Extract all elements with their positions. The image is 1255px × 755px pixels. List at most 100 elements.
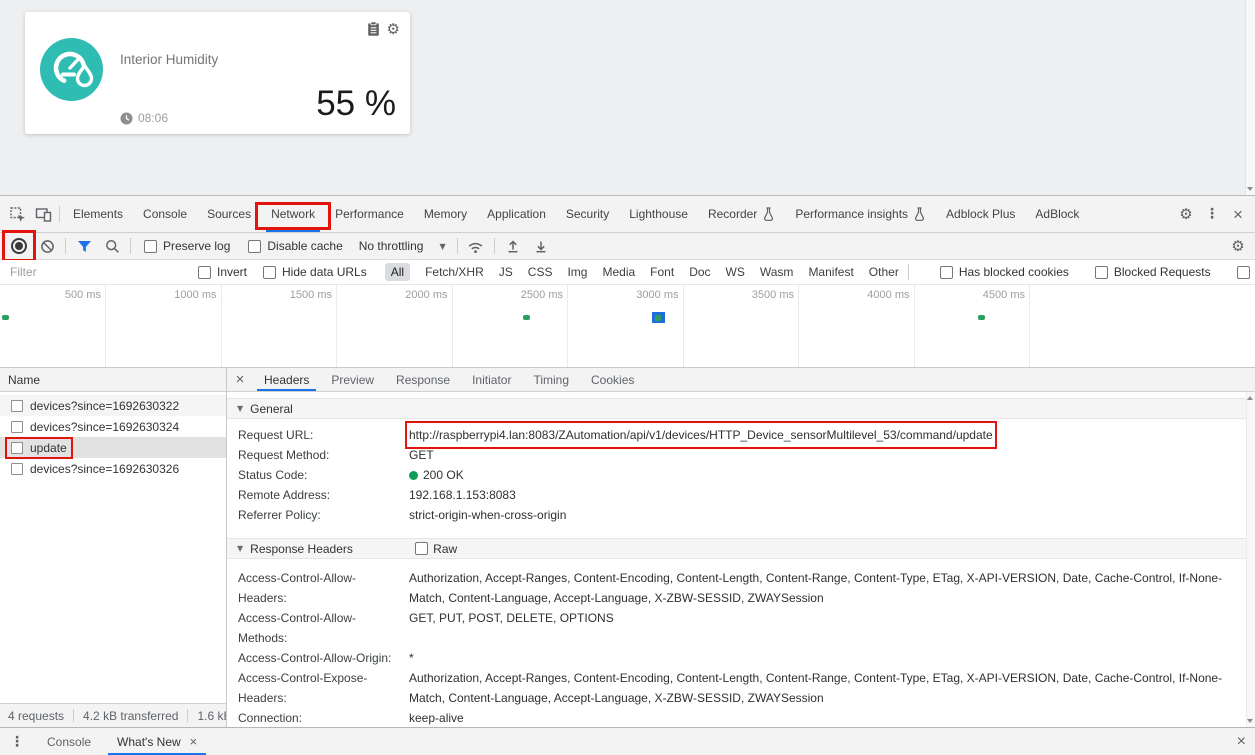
type-filter-doc[interactable]: Doc bbox=[689, 265, 710, 279]
header-value-text: Authorization, Accept-Ranges, Content-En… bbox=[409, 671, 1222, 705]
network-conditions-wifi-icon[interactable] bbox=[463, 234, 489, 258]
tab-sources[interactable]: Sources bbox=[197, 196, 261, 232]
filter-input[interactable] bbox=[8, 264, 162, 280]
network-main: Name devices?since=1692630322 devices?sin… bbox=[0, 368, 1255, 727]
close-details-icon[interactable]: × bbox=[227, 371, 253, 388]
type-filter-fetch-xhr[interactable]: Fetch/XHR bbox=[425, 265, 484, 279]
has-blocked-cookies-checkbox[interactable]: Has blocked cookies bbox=[932, 265, 1077, 279]
tab-security[interactable]: Security bbox=[556, 196, 619, 232]
invert-checkbox[interactable]: Invert bbox=[190, 265, 255, 279]
type-filter-img[interactable]: Img bbox=[567, 265, 587, 279]
export-har-icon[interactable] bbox=[528, 234, 554, 258]
type-filter-css[interactable]: CSS bbox=[528, 265, 553, 279]
detail-tab-label: Timing bbox=[533, 373, 569, 387]
request-list-panel: Name devices?since=1692630322 devices?sin… bbox=[0, 368, 227, 727]
hide-data-urls-checkbox[interactable]: Hide data URLs bbox=[255, 265, 375, 279]
devtools-close-icon[interactable]: × bbox=[1225, 202, 1251, 226]
page-scrollbar[interactable] bbox=[1245, 0, 1255, 195]
selected-request-marker[interactable] bbox=[652, 312, 665, 323]
summary-divider bbox=[187, 709, 188, 722]
header-value: * bbox=[409, 648, 1255, 668]
inspect-element-icon[interactable] bbox=[4, 202, 30, 226]
close-drawer-icon[interactable]: × bbox=[1228, 733, 1255, 751]
network-settings-gear-icon[interactable]: ⚙ bbox=[1225, 234, 1251, 258]
record-network-log-button[interactable] bbox=[6, 234, 32, 258]
checkbox-label: Blocked Requests bbox=[1114, 265, 1211, 279]
humidity-gauge-icon bbox=[40, 38, 103, 101]
tab-recorder[interactable]: Recorder bbox=[698, 196, 785, 232]
response-headers-section-header[interactable]: ▼ Response Headers Raw bbox=[227, 538, 1255, 559]
devtools-settings-gear-icon[interactable]: ⚙ bbox=[1173, 202, 1199, 226]
events-icon[interactable] bbox=[366, 21, 381, 37]
type-filter-other[interactable]: Other bbox=[869, 265, 899, 279]
devtools-menu-kebab-icon[interactable]: ⋮ bbox=[1199, 202, 1225, 226]
timeline-tick-label: 1000 ms bbox=[147, 289, 217, 301]
tab-console[interactable]: Console bbox=[133, 196, 197, 232]
tab-elements[interactable]: Elements bbox=[63, 196, 133, 232]
raw-headers-checkbox[interactable]: Raw bbox=[415, 542, 457, 556]
tab-label: Security bbox=[566, 207, 609, 221]
type-filter-js[interactable]: JS bbox=[499, 265, 513, 279]
detail-tab-response[interactable]: Response bbox=[385, 368, 461, 391]
request-marker[interactable] bbox=[978, 315, 985, 320]
name-column-header[interactable]: Name bbox=[0, 368, 226, 392]
request-row[interactable]: update bbox=[0, 437, 226, 458]
blocked-requests-checkbox[interactable]: Blocked Requests bbox=[1087, 265, 1219, 279]
tab-performance[interactable]: Performance bbox=[325, 196, 414, 232]
clear-network-log-icon[interactable] bbox=[34, 234, 60, 258]
close-tab-icon[interactable]: × bbox=[190, 734, 198, 749]
drawer-tab-console[interactable]: Console bbox=[34, 728, 104, 755]
detail-tab-cookies[interactable]: Cookies bbox=[580, 368, 645, 391]
detail-tab-headers[interactable]: Headers bbox=[253, 368, 320, 391]
detail-tab-initiator[interactable]: Initiator bbox=[461, 368, 522, 391]
widget-value: 55 % bbox=[316, 84, 396, 124]
tab-network[interactable]: Network bbox=[261, 196, 325, 232]
details-scrollbar[interactable] bbox=[1246, 392, 1255, 727]
tab-application[interactable]: Application bbox=[477, 196, 556, 232]
disable-cache-checkbox[interactable]: Disable cache bbox=[240, 239, 350, 253]
network-overview-timeline[interactable]: 500 ms1000 ms1500 ms2000 ms2500 ms3000 m… bbox=[0, 285, 1255, 368]
devtools-drawer: ⋮ ConsoleWhat's New× × bbox=[0, 727, 1255, 755]
type-filter-all[interactable]: All bbox=[385, 263, 410, 281]
type-filter-manifest[interactable]: Manifest bbox=[808, 265, 853, 279]
tab-adblock[interactable]: AdBlock bbox=[1025, 196, 1089, 232]
drawer-tab-what-s-new[interactable]: What's New× bbox=[104, 728, 210, 755]
type-filter-font[interactable]: Font bbox=[650, 265, 674, 279]
request-row[interactable]: devices?since=1692630324 bbox=[0, 416, 226, 437]
smart-home-dashboard: Interior Humidity 08:06 55 % ⚙ bbox=[0, 0, 1255, 195]
drawer-menu-kebab-icon[interactable]: ⋮ bbox=[0, 735, 34, 749]
detail-tab-timing[interactable]: Timing bbox=[522, 368, 580, 391]
device-toolbar-icon[interactable] bbox=[30, 202, 56, 226]
checkbox bbox=[1237, 266, 1250, 279]
request-marker[interactable] bbox=[2, 315, 9, 320]
detail-tabs-bar: × Headers Preview Response Initiator Timing C… bbox=[227, 368, 1255, 392]
detail-tab-label: Headers bbox=[264, 373, 309, 387]
request-row[interactable]: devices?since=1692630322 bbox=[0, 395, 226, 416]
import-har-icon[interactable] bbox=[500, 234, 526, 258]
search-icon[interactable] bbox=[99, 234, 125, 258]
timeline-gridline bbox=[914, 285, 915, 367]
timeline-tick-label: 1500 ms bbox=[262, 289, 332, 301]
header-name: Referrer Policy: bbox=[227, 505, 409, 525]
throttling-dropdown[interactable]: No throttling ▼ bbox=[353, 239, 452, 253]
request-row-inner: devices?since=1692630322 bbox=[8, 398, 182, 414]
type-filter-media[interactable]: Media bbox=[602, 265, 635, 279]
tab-performance-insights[interactable]: Performance insights bbox=[785, 196, 936, 232]
3rd-party-requests-checkbox[interactable]: 3rd-party requests bbox=[1229, 265, 1255, 279]
widget-settings-gear-icon[interactable]: ⚙ bbox=[387, 22, 400, 37]
type-filter-ws[interactable]: WS bbox=[726, 265, 745, 279]
general-rows: Request URL:http://raspberrypi4.lan:8083… bbox=[227, 419, 1255, 529]
tab-memory[interactable]: Memory bbox=[414, 196, 477, 232]
general-section-header[interactable]: ▼ General bbox=[227, 398, 1255, 419]
detail-tab-preview[interactable]: Preview bbox=[320, 368, 385, 391]
tab-lighthouse[interactable]: Lighthouse bbox=[619, 196, 698, 232]
header-value: GET bbox=[409, 445, 1255, 465]
type-filter-wasm[interactable]: Wasm bbox=[760, 265, 794, 279]
filter-funnel-icon[interactable] bbox=[71, 234, 97, 258]
header-name: Access-Control-Allow- Methods: bbox=[227, 608, 409, 648]
request-marker[interactable] bbox=[523, 315, 530, 320]
preserve-log-checkbox[interactable]: Preserve log bbox=[136, 239, 238, 253]
request-row[interactable]: devices?since=1692630326 bbox=[0, 458, 226, 479]
detail-tab-label: Response bbox=[396, 373, 450, 387]
tab-adblock-plus[interactable]: Adblock Plus bbox=[936, 196, 1025, 232]
